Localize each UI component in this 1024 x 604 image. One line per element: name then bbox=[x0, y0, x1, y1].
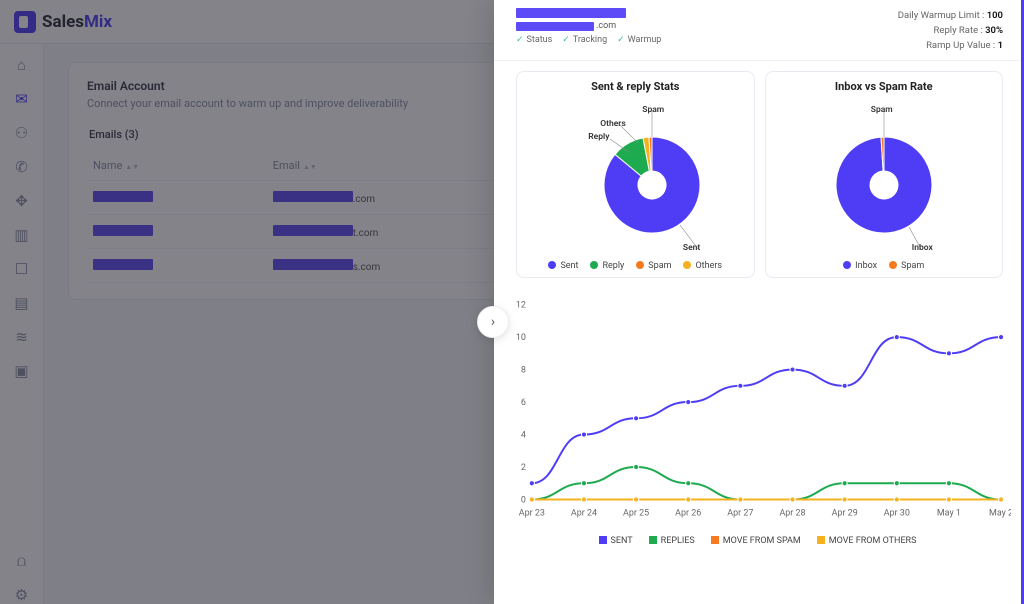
svg-text:12: 12 bbox=[516, 300, 526, 310]
svg-text:Apr 27: Apr 27 bbox=[727, 508, 753, 518]
chevron-right-icon: › bbox=[491, 314, 495, 330]
svg-text:4: 4 bbox=[521, 430, 526, 440]
inbox-spam-legend: Inbox Spam bbox=[843, 261, 924, 271]
sent-reply-legend: Sent Reply Spam Others bbox=[548, 261, 722, 271]
svg-text:8: 8 bbox=[521, 365, 526, 375]
panel-stats: Daily Warmup Limit : 100 Reply Rate : 30… bbox=[898, 8, 1003, 54]
warmup-detail-panel: › .com Status Tracking Warmup Daily Warm… bbox=[494, 0, 1024, 604]
warmup-trend-chart: 0 2 4 6 8 10 12 Apr 23 Apr 24 Apr 25 Apr 26 Apr 27 A… bbox=[504, 288, 1011, 534]
panel-collapse-button[interactable]: › bbox=[477, 306, 509, 338]
flag-tracking: Tracking bbox=[562, 35, 607, 45]
svg-text:2: 2 bbox=[521, 463, 526, 473]
svg-text:Apr 26: Apr 26 bbox=[675, 508, 701, 518]
flag-warmup: Warmup bbox=[617, 35, 661, 45]
label-sent: Sent bbox=[683, 243, 700, 253]
trend-legend: SENT REPLIES MOVE FROM SPAM MOVE FROM OT… bbox=[494, 534, 1021, 554]
sent-reply-chart: Sent & reply Stats Spam Others Reply Sen… bbox=[516, 71, 755, 278]
account-email-redacted bbox=[516, 22, 594, 31]
svg-text:6: 6 bbox=[521, 398, 526, 408]
account-domain: .com bbox=[596, 21, 616, 31]
label-inbox: Inbox bbox=[912, 243, 933, 253]
svg-text:Apr 29: Apr 29 bbox=[832, 508, 858, 518]
label-others: Others bbox=[600, 119, 625, 129]
label-spam: Spam bbox=[642, 105, 664, 115]
label-reply: Reply bbox=[588, 132, 609, 142]
svg-text:Apr 28: Apr 28 bbox=[779, 508, 805, 518]
label-spam2: Spam bbox=[871, 105, 893, 115]
svg-text:Apr 30: Apr 30 bbox=[884, 508, 910, 518]
svg-text:Apr 24: Apr 24 bbox=[571, 508, 597, 518]
svg-text:May 1: May 1 bbox=[937, 508, 961, 518]
svg-text:Apr 23: Apr 23 bbox=[519, 508, 545, 518]
svg-text:Apr 25: Apr 25 bbox=[623, 508, 649, 518]
flag-status: Status bbox=[516, 35, 552, 45]
account-name-redacted bbox=[516, 8, 626, 18]
svg-text:May 2: May 2 bbox=[989, 508, 1011, 518]
svg-text:10: 10 bbox=[516, 333, 526, 343]
panel-header: .com Status Tracking Warmup Daily Warmup… bbox=[494, 0, 1021, 61]
account-flags: Status Tracking Warmup bbox=[516, 35, 661, 45]
inbox-spam-chart: Inbox vs Spam Rate Spam Inbox Inbox Spam bbox=[765, 71, 1004, 278]
svg-text:0: 0 bbox=[521, 495, 526, 505]
